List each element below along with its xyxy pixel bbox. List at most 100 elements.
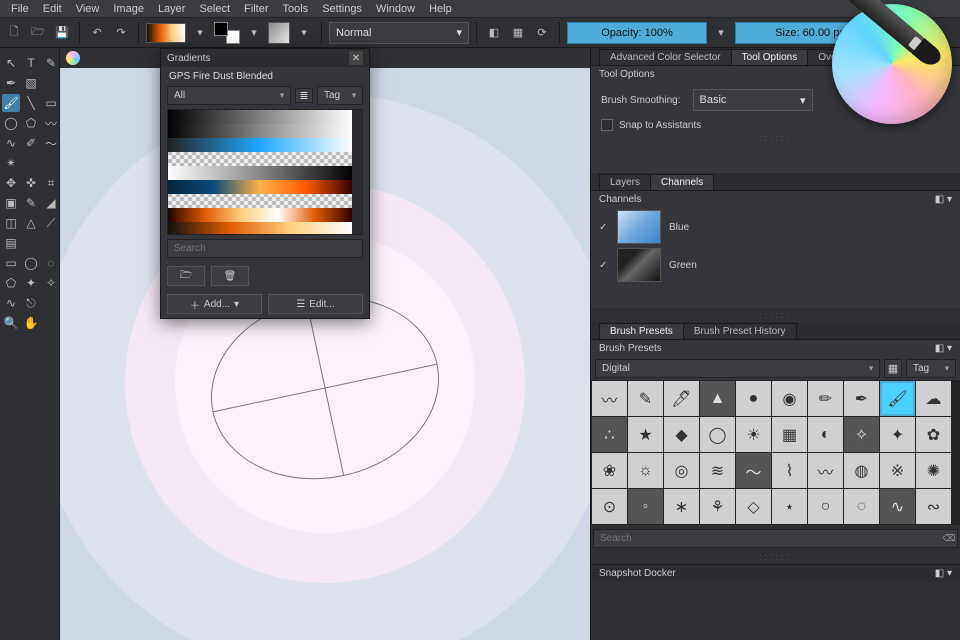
chevron-down-icon[interactable]: ▾: [711, 23, 731, 43]
brush-preset[interactable]: 🖌: [880, 381, 915, 416]
move-tool-icon[interactable]: ↖: [2, 54, 20, 72]
check-icon[interactable]: ✓: [599, 260, 609, 271]
fg-bg-color-selector[interactable]: [214, 22, 240, 44]
select-contiguous-tool-icon[interactable]: ✦: [22, 274, 40, 292]
pattern-edit-tool-icon[interactable]: ▧: [22, 74, 40, 92]
brush-preset[interactable]: ※: [880, 453, 915, 488]
menu-help[interactable]: Help: [422, 0, 459, 18]
assistant-tool-icon[interactable]: △: [22, 214, 40, 232]
menu-view[interactable]: View: [69, 0, 107, 18]
brush-preset[interactable]: ★: [628, 417, 663, 452]
gradient-item[interactable]: [168, 138, 352, 152]
brush-preset[interactable]: ☀: [736, 417, 771, 452]
brush-tool-icon[interactable]: 🖌: [2, 94, 20, 112]
gradient-search[interactable]: [167, 239, 363, 258]
docker-menu-icon[interactable]: ◧ ▾: [935, 194, 952, 205]
polygon-tool-icon[interactable]: ⬠: [22, 114, 40, 132]
tab-layers[interactable]: Layers: [599, 174, 651, 190]
brush-preset[interactable]: ●: [736, 381, 771, 416]
menu-file[interactable]: File: [4, 0, 36, 18]
opacity-slider[interactable]: Opacity: 100%: [567, 22, 707, 44]
chevron-down-icon[interactable]: ▾: [244, 23, 264, 43]
select-rect-tool-icon[interactable]: ▭: [2, 254, 20, 272]
rect-tool-icon[interactable]: ▭: [42, 94, 60, 112]
preset-filter-dropdown[interactable]: Digital ▾: [595, 359, 880, 378]
brush-smoothing-dropdown[interactable]: Basic ▾: [693, 89, 813, 111]
brush-preset[interactable]: ✎: [628, 381, 663, 416]
brush-preset[interactable]: ◉: [772, 381, 807, 416]
gradient-tool-icon[interactable]: ◢: [42, 194, 60, 212]
brush-preset[interactable]: ✺: [916, 453, 951, 488]
drag-handle-icon[interactable]: ::::::: [591, 550, 960, 564]
brush-preset[interactable]: ✦: [880, 417, 915, 452]
docker-menu-icon[interactable]: ◧ ▾: [935, 343, 952, 354]
gradient-list[interactable]: [167, 109, 363, 235]
undo-icon[interactable]: ↶: [87, 23, 107, 43]
channel-row-blue[interactable]: ✓ Blue: [591, 208, 960, 246]
grid-view-icon[interactable]: ▦: [884, 359, 902, 378]
tab-channels[interactable]: Channels: [650, 174, 714, 190]
measure-tool-icon[interactable]: ⟋: [42, 214, 60, 232]
save-file-icon[interactable]: 💾: [52, 23, 72, 43]
pan-tool-icon[interactable]: ✋: [22, 314, 40, 332]
menu-image[interactable]: Image: [106, 0, 151, 18]
ref-image-tool-icon[interactable]: ▤: [2, 234, 20, 252]
menu-select[interactable]: Select: [192, 0, 237, 18]
gradient-search-input[interactable]: [168, 240, 362, 257]
edit-gradient-button[interactable]: ☰ Edit...: [268, 294, 363, 314]
select-ellipse-tool-icon[interactable]: ◯: [22, 254, 40, 272]
brush-preset[interactable]: ◦: [628, 489, 663, 524]
preset-search[interactable]: ⌫: [593, 529, 958, 548]
bezier-tool-icon[interactable]: ∿: [2, 134, 20, 152]
gradient-item[interactable]: [168, 110, 352, 124]
brush-preset[interactable]: ✿: [916, 417, 951, 452]
select-bezier-tool-icon[interactable]: ∿: [2, 294, 20, 312]
brush-preset[interactable]: ◍: [844, 453, 879, 488]
move-layer-tool-icon[interactable]: ✜: [22, 174, 40, 192]
delete-gradient-icon[interactable]: 🗑: [211, 266, 249, 286]
gradient-item[interactable]: [168, 152, 352, 166]
menu-window[interactable]: Window: [369, 0, 422, 18]
bg-color-chip[interactable]: [226, 30, 240, 44]
crop-tool-icon[interactable]: ⌗: [42, 174, 60, 192]
clear-icon[interactable]: ⌫: [941, 533, 957, 544]
menu-edit[interactable]: Edit: [36, 0, 69, 18]
ellipse-tool-icon[interactable]: ◯: [2, 114, 20, 132]
brush-preset[interactable]: ◆: [664, 417, 699, 452]
brush-preset[interactable]: ⚘: [700, 489, 735, 524]
gradient-filter-dropdown[interactable]: All ▾: [167, 86, 291, 105]
list-view-icon[interactable]: ≣: [295, 88, 313, 103]
fg-color-chip[interactable]: [214, 22, 228, 36]
chevron-down-icon[interactable]: ▾: [190, 23, 210, 43]
import-gradient-icon[interactable]: 🗁: [167, 266, 205, 286]
gradient-item[interactable]: [168, 208, 352, 222]
brush-preset[interactable]: ∾: [916, 489, 951, 524]
tab-color-selector[interactable]: Advanced Color Selector: [599, 49, 732, 65]
dynamic-brush-tool-icon[interactable]: 〜: [42, 134, 60, 152]
brush-preset[interactable]: ▦: [772, 417, 807, 452]
brush-preset[interactable]: 〰: [808, 453, 843, 488]
channel-row-green[interactable]: ✓ Green: [591, 246, 960, 284]
gradient-item[interactable]: [168, 180, 352, 194]
freehand-path-tool-icon[interactable]: ✐: [22, 134, 40, 152]
tab-brush-presets[interactable]: Brush Presets: [599, 323, 684, 339]
preset-tag-dropdown[interactable]: Tag ▾: [906, 359, 956, 378]
gradient-item[interactable]: [168, 222, 352, 235]
calligraphy-tool-icon[interactable]: ✒: [2, 74, 20, 92]
brush-preset[interactable]: ◎: [664, 453, 699, 488]
select-freehand-tool-icon[interactable]: ◌: [42, 254, 60, 272]
line-tool-icon[interactable]: ╲: [22, 94, 40, 112]
open-file-icon[interactable]: 🗁: [28, 23, 48, 43]
check-icon[interactable]: ✓: [599, 222, 609, 233]
gradients-titlebar[interactable]: Gradients ✕: [161, 49, 369, 67]
brush-preset[interactable]: ▲: [700, 381, 735, 416]
docker-menu-icon[interactable]: ◧ ▾: [935, 568, 952, 579]
brush-preset[interactable]: ✒: [844, 381, 879, 416]
gradient-item[interactable]: [168, 166, 352, 180]
preset-search-input[interactable]: [594, 530, 941, 547]
zoom-tool-icon[interactable]: 🔍: [2, 314, 20, 332]
brush-preset[interactable]: ⌇: [772, 453, 807, 488]
gradient-tag-dropdown[interactable]: Tag ▾: [317, 86, 363, 105]
tab-brush-preset-history[interactable]: Brush Preset History: [683, 323, 797, 339]
menu-settings[interactable]: Settings: [315, 0, 369, 18]
